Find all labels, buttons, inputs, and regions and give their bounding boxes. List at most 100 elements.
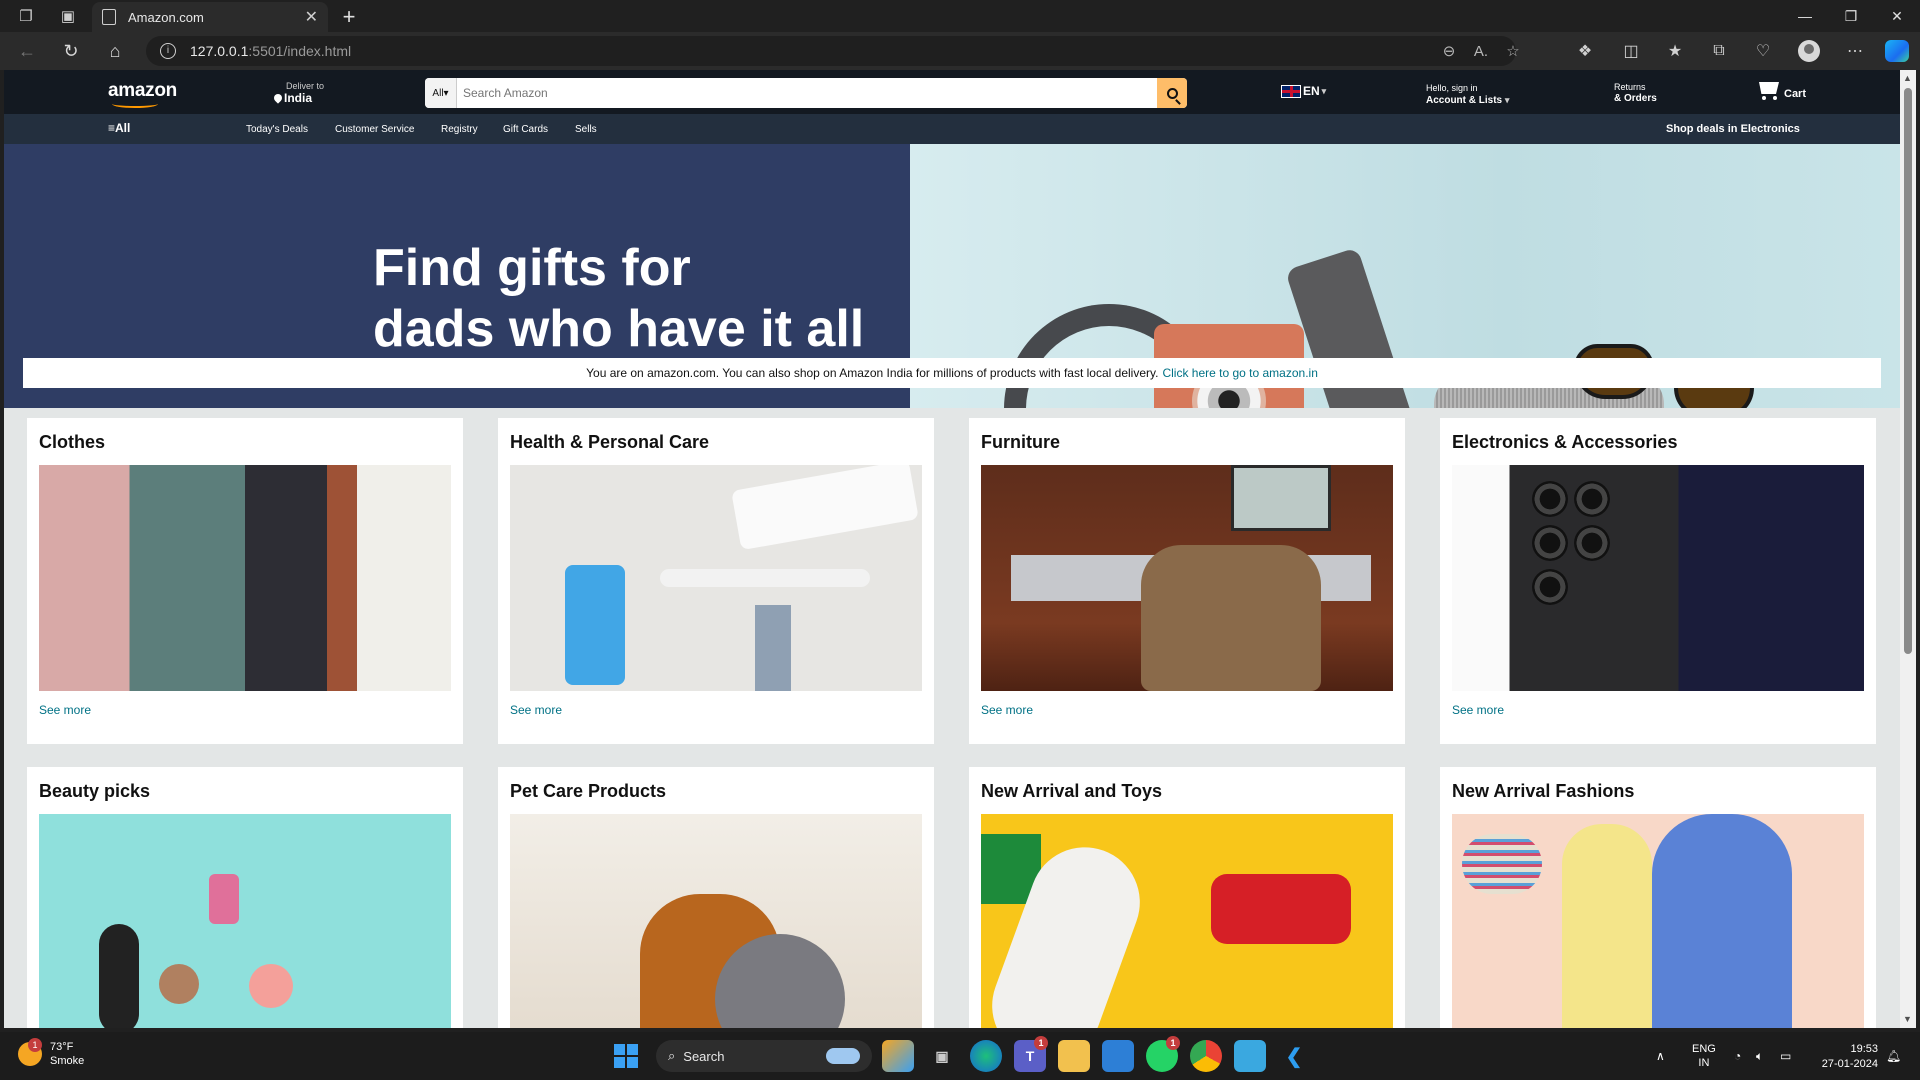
- electronics-image[interactable]: [1452, 465, 1864, 691]
- location-pin-icon: [272, 92, 284, 104]
- restore-button[interactable]: ❐: [1828, 0, 1874, 32]
- all-menu-button[interactable]: ≡All: [108, 121, 130, 135]
- page-icon: [102, 9, 116, 25]
- copilot-app-icon[interactable]: [882, 1040, 914, 1072]
- start-button[interactable]: [614, 1044, 638, 1068]
- browser-titlebar: ❐ ▣ Amazon.com ✕ + — ❐ ✕: [0, 0, 1920, 32]
- close-window-button[interactable]: ✕: [1874, 0, 1920, 32]
- task-view-icon[interactable]: ▣: [926, 1040, 958, 1072]
- zoom-out-icon[interactable]: ⊖: [1434, 36, 1464, 66]
- site-info-icon[interactable]: i: [160, 43, 176, 59]
- account-menu[interactable]: Hello, sign in Account & Lists ▾: [1426, 82, 1509, 107]
- scrollbar-thumb[interactable]: [1904, 88, 1912, 654]
- card-title: New Arrival Fashions: [1452, 781, 1635, 801]
- file-explorer-icon[interactable]: [1058, 1040, 1090, 1072]
- wifi-icon[interactable]: ◔: [1734, 1032, 1741, 1080]
- cart-label: Cart: [1784, 88, 1807, 100]
- deliver-to[interactable]: Deliver to India: [272, 80, 324, 104]
- clothes-image[interactable]: [39, 465, 451, 691]
- see-more-link[interactable]: See more: [981, 703, 1393, 717]
- region-notice: You are on amazon.com. You can also shop…: [23, 358, 1881, 388]
- card-title: New Arrival and Toys: [981, 781, 1163, 801]
- profile-button[interactable]: [1794, 38, 1824, 64]
- extensions-icon[interactable]: ❖: [1570, 38, 1600, 64]
- pet-care-image[interactable]: [510, 814, 922, 1028]
- battery-icon[interactable]: ▭: [1780, 1032, 1791, 1080]
- copilot-icon[interactable]: [1882, 38, 1912, 64]
- clock[interactable]: 19:53 27-01-2024: [1800, 1042, 1878, 1072]
- scroll-up-icon[interactable]: ▲: [1903, 73, 1912, 83]
- category-card-fashion: New Arrival Fashions: [1440, 767, 1876, 1028]
- orders-label: & Orders: [1614, 93, 1657, 104]
- favorites-icon[interactable]: ★: [1660, 38, 1690, 64]
- nav-link-sells[interactable]: Sells: [575, 124, 597, 135]
- amazon-logo[interactable]: amazon: [108, 80, 177, 102]
- nav-link-customer-service[interactable]: Customer Service: [335, 124, 414, 135]
- close-tab-icon[interactable]: ✕: [305, 7, 318, 27]
- temperature: 73°F: [50, 1041, 74, 1053]
- cart-button[interactable]: Cart: [1756, 78, 1806, 102]
- taskbar-search[interactable]: ⌕ Search: [656, 1040, 872, 1072]
- hamburger-icon: ≡: [108, 121, 116, 135]
- nav-link-gift-cards[interactable]: Gift Cards: [503, 124, 548, 135]
- health-care-image[interactable]: [510, 465, 922, 691]
- chrome-app-icon[interactable]: [1190, 1040, 1222, 1072]
- address-bar[interactable]: i 127.0.0.1:5501/index.html ⊖ A. ☆: [146, 36, 1520, 66]
- toys-image[interactable]: [981, 814, 1393, 1028]
- card-title: Furniture: [981, 432, 1060, 452]
- page-viewport: amazon Deliver to India All▾ EN ▾ Hello,…: [4, 70, 1900, 1028]
- browser-tab[interactable]: Amazon.com ✕: [92, 2, 328, 32]
- edge-app-icon[interactable]: [970, 1040, 1002, 1072]
- teams-app-icon[interactable]: T 1: [1014, 1036, 1048, 1072]
- more-menu-icon[interactable]: ⋯: [1840, 38, 1870, 64]
- returns-label: Returns: [1614, 82, 1646, 92]
- see-more-link[interactable]: See more: [39, 703, 451, 717]
- cart-icon: [1756, 78, 1782, 102]
- vscode-app-icon[interactable]: ❮: [1278, 1040, 1310, 1072]
- weather-condition: Smoke: [50, 1055, 85, 1067]
- search-input[interactable]: [457, 78, 1157, 108]
- whatsapp-app-icon[interactable]: 1: [1146, 1036, 1180, 1072]
- furniture-image[interactable]: [981, 465, 1393, 691]
- nav-link-registry[interactable]: Registry: [441, 124, 478, 135]
- read-aloud-icon[interactable]: A.: [1466, 36, 1496, 66]
- workspaces-icon[interactable]: ❐: [4, 0, 48, 32]
- weather-widget[interactable]: 1 73°F Smoke: [18, 1038, 85, 1068]
- page-scrollbar[interactable]: ▲ ▼: [1900, 70, 1916, 1028]
- language-selector[interactable]: EN ▾: [1281, 84, 1326, 98]
- home-button[interactable]: ⌂: [100, 38, 130, 64]
- amazon-header: amazon Deliver to India All▾ EN ▾ Hello,…: [4, 70, 1900, 114]
- notepad-app-icon[interactable]: [1234, 1040, 1266, 1072]
- url-path: :5501/index.html: [248, 43, 352, 59]
- beauty-image[interactable]: [39, 814, 451, 1028]
- nav-link-todays-deals[interactable]: Today's Deals: [246, 124, 308, 135]
- notice-text: You are on amazon.com. You can also shop…: [586, 366, 1159, 380]
- see-more-link[interactable]: See more: [510, 703, 922, 717]
- new-tab-button[interactable]: +: [336, 4, 362, 30]
- favorite-star-icon[interactable]: ☆: [1498, 36, 1528, 66]
- store-app-icon[interactable]: [1102, 1040, 1134, 1072]
- split-screen-icon[interactable]: ◫: [1616, 38, 1646, 64]
- collections-icon[interactable]: ⧉: [1704, 38, 1734, 64]
- scroll-down-icon[interactable]: ▼: [1903, 1014, 1912, 1024]
- electronics-deal-link[interactable]: Shop deals in Electronics: [1666, 123, 1800, 135]
- refresh-button[interactable]: ↻: [56, 38, 86, 64]
- notifications-icon[interactable]: 🔔︎: [1886, 1032, 1901, 1080]
- show-hidden-icons[interactable]: ∧: [1656, 1032, 1665, 1080]
- browser-essentials-icon[interactable]: ♡: [1748, 38, 1778, 64]
- lang-line1: ENG: [1692, 1043, 1716, 1055]
- teams-badge: 1: [1034, 1036, 1048, 1050]
- cloud-icon: [826, 1048, 860, 1064]
- returns-orders[interactable]: Returns & Orders: [1614, 82, 1657, 104]
- category-card-electronics: Electronics & Accessories See more: [1440, 418, 1876, 744]
- fashion-image[interactable]: [1452, 814, 1864, 1028]
- amazon-in-link[interactable]: Click here to go to amazon.in: [1162, 366, 1317, 380]
- search-category-select[interactable]: All ▾: [425, 78, 457, 108]
- tab-actions-icon[interactable]: ▣: [46, 0, 90, 32]
- minimize-button[interactable]: —: [1782, 0, 1828, 32]
- see-more-link[interactable]: See more: [1452, 703, 1864, 717]
- language-indicator[interactable]: ENG IN: [1692, 1032, 1716, 1080]
- search-button[interactable]: [1157, 78, 1187, 108]
- volume-icon[interactable]: 🔈︎: [1756, 1032, 1763, 1080]
- back-button[interactable]: ←: [12, 38, 42, 64]
